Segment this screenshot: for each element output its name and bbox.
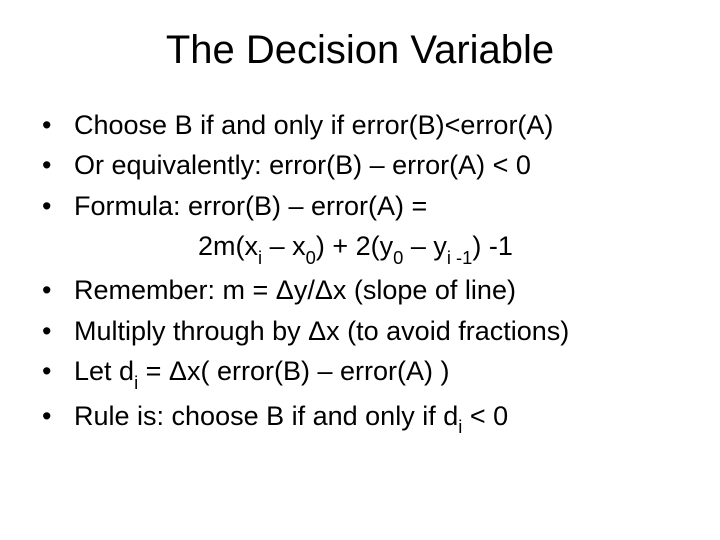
bullet-formula: Formula: error(B) – error(A) = xyxy=(30,188,690,224)
slide-title: The Decision Variable xyxy=(30,28,690,73)
bullet-list: Choose B if and only if error(B)<error(A… xyxy=(30,107,690,224)
bullet-choose-b: Choose B if and only if error(B)<error(A… xyxy=(30,107,690,143)
bullet-multiply: Multiply through by Δx (to avoid fractio… xyxy=(30,313,690,349)
bullet-rule: Rule is: choose B if and only if di < 0 xyxy=(30,398,690,438)
formula-expression: 2m(xi – x0) + 2(y0 – yi -1) -1 xyxy=(30,228,690,268)
bullet-remember: Remember: m = Δy/Δx (slope of line) xyxy=(30,272,690,308)
bullet-list-2: Remember: m = Δy/Δx (slope of line) Mult… xyxy=(30,272,690,437)
bullet-let-di: Let di = Δx( error(B) – error(A) ) xyxy=(30,353,690,393)
bullet-equivalently: Or equivalently: error(B) – error(A) < 0 xyxy=(30,147,690,183)
